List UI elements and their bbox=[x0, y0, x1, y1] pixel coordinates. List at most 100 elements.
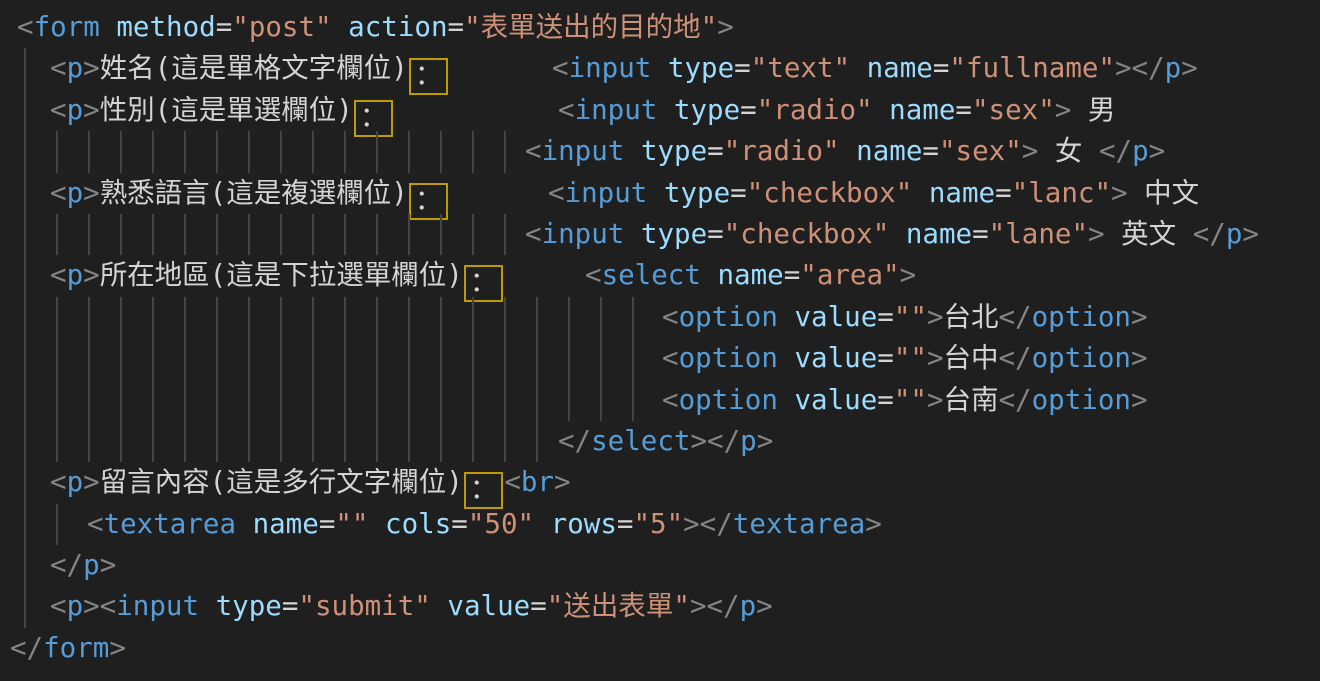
code-token: "" bbox=[335, 508, 368, 540]
code-token: type bbox=[624, 135, 707, 167]
code-token: = bbox=[451, 508, 468, 540]
code-token: method bbox=[100, 11, 216, 43]
indent-guides bbox=[17, 462, 50, 503]
code-token: br bbox=[521, 466, 554, 498]
code-token: "radio" bbox=[757, 94, 873, 126]
code-line[interactable]: <option value="">台北</option> bbox=[0, 297, 1320, 338]
code-token: ></ bbox=[690, 590, 740, 622]
indent-guides bbox=[17, 504, 87, 545]
code-line[interactable]: <p>所在地區(這是下拉選單欄位)：<select name="area"> bbox=[0, 255, 1320, 296]
code-token: < bbox=[50, 52, 67, 84]
code-token: </ bbox=[1099, 135, 1132, 167]
code-token: 中文 bbox=[1128, 177, 1200, 209]
code-token: > bbox=[1131, 342, 1148, 374]
code-token: 所在地區(這是下拉選單欄位) bbox=[100, 259, 463, 291]
code-line[interactable]: </p> bbox=[0, 545, 1320, 586]
code-token: p bbox=[67, 466, 84, 498]
code-token: > bbox=[83, 259, 100, 291]
indent-guides bbox=[17, 255, 50, 296]
indent-guides bbox=[17, 131, 525, 172]
code-token: name bbox=[850, 52, 933, 84]
code-token: > bbox=[1242, 218, 1259, 250]
code-token: < bbox=[525, 135, 542, 167]
code-token: </ bbox=[50, 549, 83, 581]
code-token: > bbox=[927, 342, 944, 374]
code-token: = bbox=[734, 52, 751, 84]
code-token: > bbox=[1131, 301, 1148, 333]
code-token: </ bbox=[10, 632, 43, 664]
code-token: < bbox=[585, 259, 602, 291]
code-token: p bbox=[67, 52, 84, 84]
code-token: "submit" bbox=[298, 590, 430, 622]
code-token: value bbox=[778, 384, 877, 416]
code-segment: <select name="area"> bbox=[585, 255, 916, 296]
indent-guides bbox=[17, 545, 50, 586]
code-token: "50" bbox=[468, 508, 534, 540]
code-segment: <input type="radio" name="sex"> 男 bbox=[558, 90, 1115, 131]
code-token: 台中 bbox=[944, 342, 999, 374]
code-token: textarea bbox=[733, 508, 865, 540]
code-token: > bbox=[1111, 177, 1128, 209]
code-token: input bbox=[565, 177, 648, 209]
code-token: < bbox=[552, 52, 569, 84]
code-token: "checkbox" bbox=[747, 177, 913, 209]
code-token: = bbox=[617, 508, 634, 540]
code-token: form bbox=[43, 632, 109, 664]
code-token: > bbox=[100, 549, 117, 581]
code-line[interactable]: <option value="">台中</option> bbox=[0, 338, 1320, 379]
code-token: action bbox=[332, 11, 448, 43]
indent-guides bbox=[17, 380, 662, 421]
code-token: </ bbox=[558, 425, 591, 457]
code-token: p bbox=[740, 425, 757, 457]
code-token: name bbox=[873, 94, 956, 126]
code-line[interactable]: <p><input type="submit" value="送出表單"></p… bbox=[0, 586, 1320, 627]
code-token: "sex" bbox=[972, 94, 1055, 126]
code-token: ></ bbox=[690, 425, 740, 457]
indent-guides bbox=[17, 338, 662, 379]
code-token: "area" bbox=[800, 259, 899, 291]
code-token: p bbox=[67, 590, 84, 622]
code-token: > bbox=[1181, 52, 1198, 84]
code-token: p bbox=[67, 177, 84, 209]
code-token: </ bbox=[999, 384, 1032, 416]
code-line[interactable]: <input type="radio" name="sex"> 女 </p> bbox=[0, 131, 1320, 172]
code-line[interactable]: <p>姓名(這是單格文字欄位)：<input type="text" name=… bbox=[0, 48, 1320, 89]
code-token: = bbox=[877, 342, 894, 374]
code-token: > bbox=[927, 301, 944, 333]
code-segment: <input type="checkbox" name="lanc"> 中文 bbox=[548, 173, 1199, 214]
code-token: "radio" bbox=[724, 135, 840, 167]
code-token: select bbox=[591, 425, 690, 457]
code-token: "checkbox" bbox=[724, 218, 890, 250]
indent-guides bbox=[17, 90, 50, 131]
code-line[interactable]: </form> bbox=[0, 628, 1320, 669]
code-token: > bbox=[900, 259, 917, 291]
code-line[interactable]: <p>留言內容(這是多行文字欄位)：<br> bbox=[0, 462, 1320, 503]
code-token: ></ bbox=[683, 508, 733, 540]
code-token: option bbox=[1032, 384, 1131, 416]
code-token: input bbox=[569, 52, 652, 84]
code-editor[interactable]: <form method="post" action="表單送出的目的地"><p… bbox=[0, 0, 1320, 681]
code-token: rows bbox=[534, 508, 617, 540]
code-line[interactable]: <p>性別(這是單選欄位)：<input type="radio" name="… bbox=[0, 90, 1320, 131]
code-line[interactable]: </select></p> bbox=[0, 421, 1320, 462]
code-token: "sex" bbox=[939, 135, 1022, 167]
code-token: 性別(這是單選欄位) bbox=[100, 94, 353, 126]
code-token: > bbox=[83, 52, 100, 84]
code-token: option bbox=[1032, 301, 1131, 333]
code-token: type bbox=[199, 590, 282, 622]
code-token: > bbox=[109, 632, 126, 664]
code-token: select bbox=[602, 259, 701, 291]
code-token: option bbox=[679, 301, 778, 333]
code-token: = bbox=[922, 135, 939, 167]
code-line[interactable]: <textarea name="" cols="50" rows="5"></t… bbox=[0, 504, 1320, 545]
code-token: p bbox=[83, 549, 100, 581]
code-token: type bbox=[624, 218, 707, 250]
code-line[interactable]: <option value="">台南</option> bbox=[0, 380, 1320, 421]
code-line[interactable]: <form method="post" action="表單送出的目的地"> bbox=[0, 7, 1320, 48]
code-token: name bbox=[840, 135, 923, 167]
code-token: < bbox=[548, 177, 565, 209]
code-line[interactable]: <input type="checkbox" name="lane"> 英文 <… bbox=[0, 214, 1320, 255]
code-line[interactable]: <p>熟悉語言(這是複選欄位)：<input type="checkbox" n… bbox=[0, 173, 1320, 214]
code-area[interactable]: <form method="post" action="表單送出的目的地"><p… bbox=[0, 7, 1320, 669]
code-token: < bbox=[558, 94, 575, 126]
